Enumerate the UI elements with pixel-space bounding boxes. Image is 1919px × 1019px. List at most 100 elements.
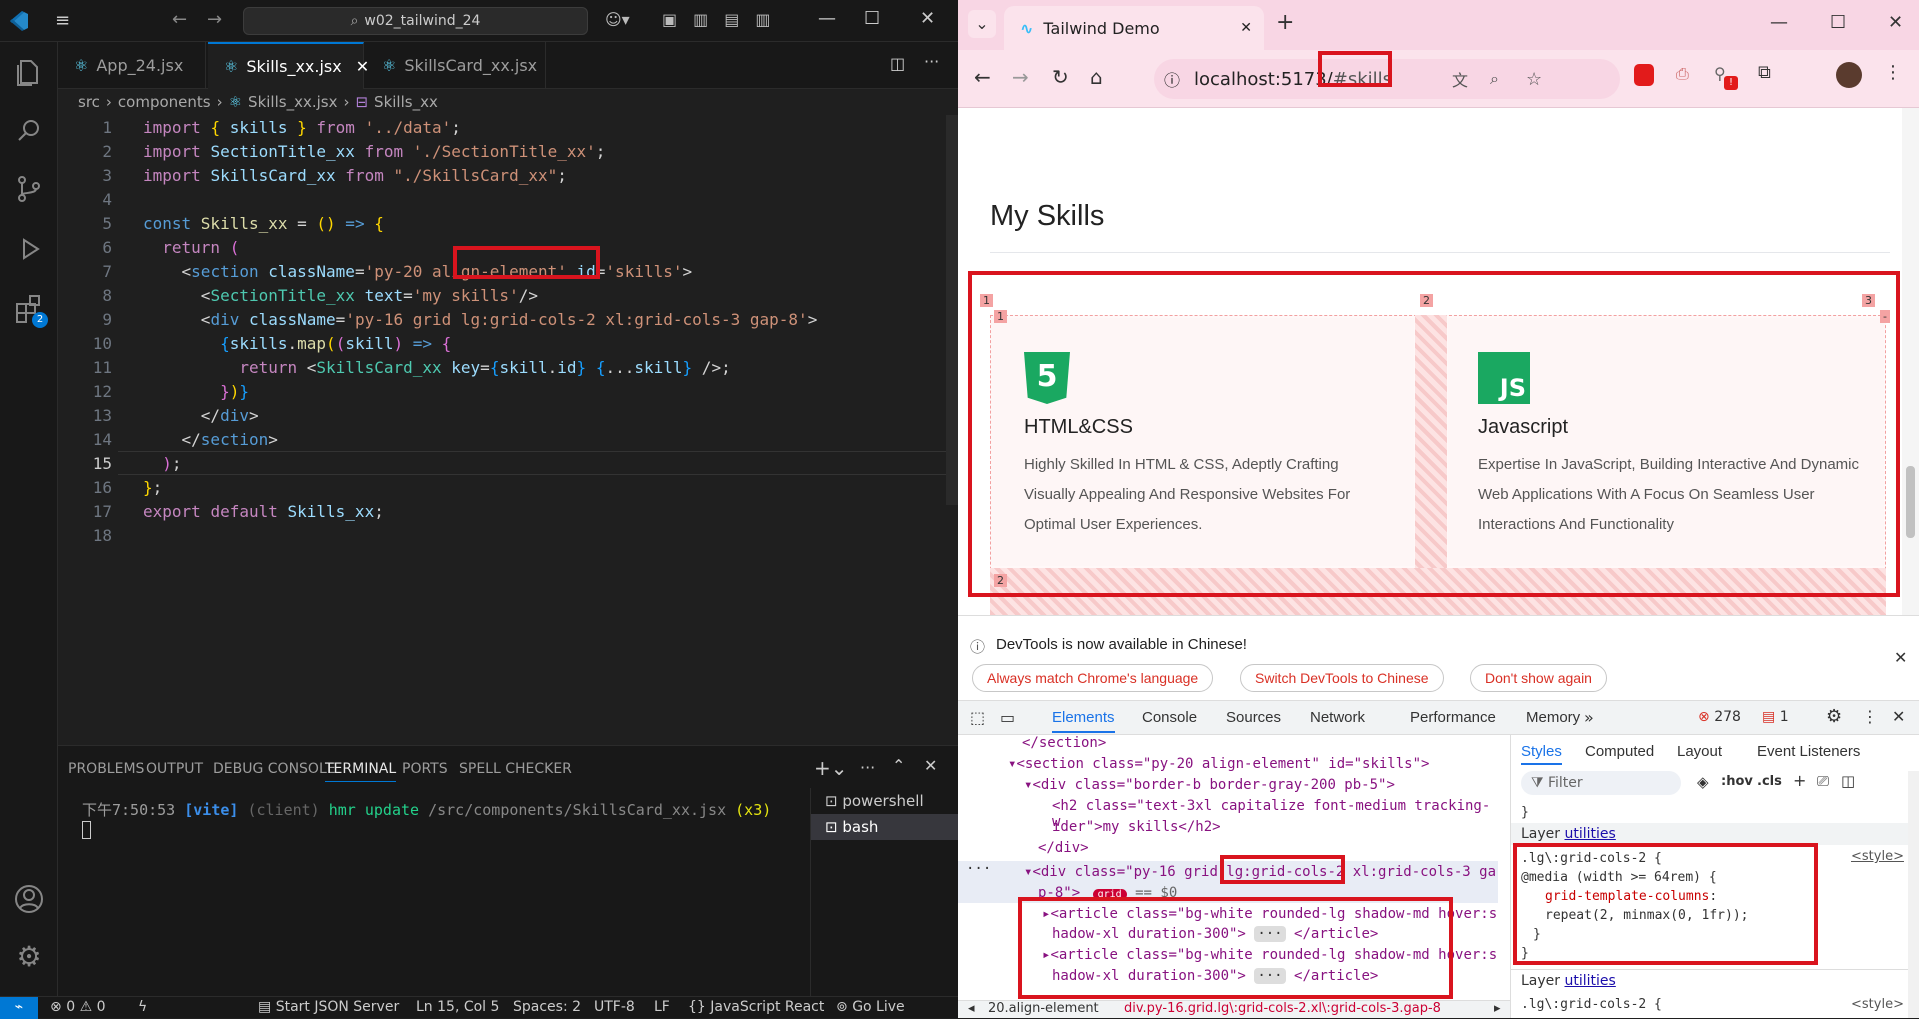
command-center-search[interactable]: ⌕ w02_tailwind_24 bbox=[243, 7, 588, 35]
devtools-tab[interactable]: Performance bbox=[1410, 709, 1496, 726]
devtools-close-icon[interactable]: ✕ bbox=[1892, 707, 1905, 726]
devtools-tab[interactable]: Sources bbox=[1226, 709, 1281, 726]
minimize-button[interactable]: — bbox=[818, 8, 836, 29]
settings-gear-icon[interactable]: ⚙ bbox=[12, 940, 46, 974]
dont-show-again-button[interactable]: Don't show again bbox=[1470, 664, 1607, 692]
problems-status[interactable]: ⊗ 0 ⚠ 0 bbox=[50, 999, 106, 1015]
add-terminal-icon[interactable]: +⌄ bbox=[814, 756, 848, 780]
layer-link[interactable]: utilities bbox=[1565, 973, 1616, 989]
split-editor-icon[interactable]: ◫ bbox=[890, 54, 905, 73]
banner-close-icon[interactable]: ✕ bbox=[1894, 648, 1907, 667]
dom-line[interactable]: ider">my skills</h2> bbox=[1052, 819, 1221, 835]
json-server-button[interactable]: ▤ Start JSON Server bbox=[258, 999, 399, 1015]
bookmark-star-icon[interactable]: ☆ bbox=[1526, 69, 1542, 90]
code-line[interactable]: 4 bbox=[58, 188, 938, 212]
back-icon[interactable]: ← bbox=[172, 9, 187, 30]
code-line[interactable]: 16}; bbox=[58, 476, 938, 500]
cls-toggle[interactable]: .cls bbox=[1757, 774, 1782, 789]
close-button[interactable]: ✕ bbox=[1888, 12, 1903, 33]
home-icon[interactable]: ⌂ bbox=[1090, 65, 1103, 89]
device-toolbar-icon[interactable]: ▭ bbox=[1000, 708, 1015, 727]
styles-tab[interactable]: Styles bbox=[1521, 743, 1562, 765]
close-tab-icon[interactable]: ✕ bbox=[1240, 20, 1252, 36]
styles-tab[interactable]: Computed bbox=[1585, 743, 1654, 760]
code-line[interactable]: 18 bbox=[58, 524, 938, 548]
breadcrumb-item[interactable]: src bbox=[78, 93, 100, 111]
code-line[interactable]: 8 <SectionTitle_xx text='my skills'/> bbox=[58, 284, 938, 308]
terminal-output[interactable]: 下午7:50:53 [vite] (client) hmr update /sr… bbox=[82, 799, 802, 820]
dom-line[interactable]: </section> bbox=[1022, 735, 1106, 751]
new-rule-icon[interactable]: + bbox=[1793, 771, 1806, 790]
inspect-element-icon[interactable]: ⬚ bbox=[970, 708, 985, 727]
explorer-icon[interactable] bbox=[12, 56, 46, 90]
menu-icon[interactable]: ≡ bbox=[55, 11, 75, 31]
run-debug-icon[interactable] bbox=[12, 232, 46, 266]
code-line[interactable]: 17 export default Skills_xx; bbox=[58, 500, 938, 524]
panel-tab[interactable]: PROBLEMS bbox=[68, 761, 144, 777]
elements-panel[interactable]: </section> ▾<section class="py-20 align-… bbox=[958, 735, 1498, 1000]
search-icon[interactable] bbox=[12, 114, 46, 148]
code-line[interactable]: 11 return <SkillsCard_xx key={skill.id} … bbox=[58, 356, 938, 380]
lightning-icon[interactable]: ϟ bbox=[138, 999, 147, 1015]
always-match-language-button[interactable]: Always match Chrome's language bbox=[972, 664, 1214, 692]
maximize-button[interactable]: ☐ bbox=[1830, 12, 1846, 33]
layer-link[interactable]: utilities bbox=[1565, 826, 1616, 842]
layers-icon[interactable]: ◈ bbox=[1697, 773, 1709, 791]
dom-line[interactable]: ▾<div class="border-b border-gray-200 pb… bbox=[1024, 777, 1395, 793]
cursor-position[interactable]: Ln 15, Col 5 bbox=[416, 999, 499, 1015]
devtools-tab[interactable]: Elements bbox=[1052, 709, 1115, 733]
extension-pdf-icon[interactable]: ⎙ bbox=[1676, 64, 1689, 84]
scroll-thumb[interactable] bbox=[1906, 466, 1915, 538]
toggle-sidebar-icon[interactable]: ◫ bbox=[1841, 772, 1855, 790]
reload-icon[interactable]: ↻ bbox=[1052, 65, 1069, 89]
eol[interactable]: LF bbox=[654, 999, 670, 1015]
indentation[interactable]: Spaces: 2 bbox=[513, 999, 581, 1015]
dom-line[interactable]: </div> bbox=[1038, 840, 1089, 856]
breadcrumb-item[interactable]: Skills_xx.jsx bbox=[248, 93, 337, 111]
dom-ellipsis-icon[interactable]: ··· bbox=[966, 861, 991, 877]
translate-icon[interactable]: 文 bbox=[1452, 67, 1468, 91]
extensions-puzzle-icon[interactable]: ⧉ bbox=[1758, 62, 1771, 83]
hov-toggle[interactable]: :hov bbox=[1721, 774, 1753, 789]
accounts-icon[interactable] bbox=[12, 882, 46, 916]
copilot-icon[interactable]: ☺▾ bbox=[605, 10, 630, 29]
extension-alert-icon[interactable]: ⚲! bbox=[1714, 64, 1738, 90]
code-line[interactable]: 12 })} bbox=[58, 380, 938, 404]
switch-devtools-chinese-button[interactable]: Switch DevTools to Chinese bbox=[1240, 664, 1444, 692]
maximize-panel-icon[interactable]: ⌃ bbox=[892, 756, 905, 775]
paint-icon[interactable]: ⎚ bbox=[1817, 772, 1829, 790]
terminal-item-bash[interactable]: ⊡ bash bbox=[811, 814, 958, 840]
source-control-icon[interactable] bbox=[12, 172, 46, 206]
close-panel-icon[interactable]: ✕ bbox=[924, 756, 937, 775]
remote-indicator[interactable]: ⌁ bbox=[0, 997, 38, 1019]
filter-input[interactable]: ⧩ Filter bbox=[1521, 771, 1681, 795]
zoom-icon[interactable]: ⌕ bbox=[1490, 69, 1499, 89]
panel-tab[interactable]: DEBUG CONSOLE bbox=[213, 761, 336, 777]
panel-tab[interactable]: OUTPUT bbox=[146, 761, 203, 777]
minimize-button[interactable]: — bbox=[1770, 12, 1788, 33]
crumb-left-icon[interactable]: ◂ bbox=[968, 1001, 975, 1016]
breadcrumb-item[interactable]: Skills_xx bbox=[374, 93, 438, 111]
more-actions-icon[interactable]: ··· bbox=[924, 52, 939, 71]
encoding[interactable]: UTF-8 bbox=[594, 999, 635, 1015]
tab-skillscard[interactable]: ⚛ SkillsCard_xx.jsx bbox=[366, 42, 546, 89]
go-live-button[interactable]: ⊚ Go Live bbox=[836, 999, 905, 1015]
code-editor[interactable]: 1 import { skills } from '../data'; 2 impor… bbox=[58, 115, 958, 745]
dom-line[interactable]: ▾<section class="py-20 align-element" id… bbox=[1008, 756, 1429, 772]
code-line[interactable]: 1 import { skills } from '../data'; bbox=[58, 116, 938, 140]
styles-tab[interactable]: Layout bbox=[1677, 743, 1722, 760]
more-icon[interactable]: ··· bbox=[860, 758, 875, 777]
scrollbar[interactable] bbox=[946, 115, 958, 505]
styles-tab[interactable]: Event Listeners bbox=[1757, 743, 1860, 760]
code-line[interactable]: 10 {skills.map((skill) => { bbox=[58, 332, 938, 356]
crumb-item-selected[interactable]: div.py-16.grid.lg\:grid-cols-2.xl\:grid-… bbox=[1124, 1001, 1441, 1016]
language-mode[interactable]: {} JavaScript React bbox=[688, 999, 824, 1015]
forward-icon[interactable]: → bbox=[207, 9, 222, 30]
tab-search-button[interactable]: ⌄ bbox=[968, 10, 996, 38]
crumb-item[interactable]: 20.align-element bbox=[988, 1001, 1099, 1016]
browser-tab[interactable]: ∿ Tailwind Demo ✕ bbox=[1004, 6, 1264, 50]
rule-source[interactable]: <style> bbox=[1851, 849, 1904, 864]
back-icon[interactable]: ← bbox=[974, 65, 991, 89]
close-button[interactable]: ✕ bbox=[920, 8, 935, 29]
page-scrollbar[interactable] bbox=[1902, 108, 1919, 615]
